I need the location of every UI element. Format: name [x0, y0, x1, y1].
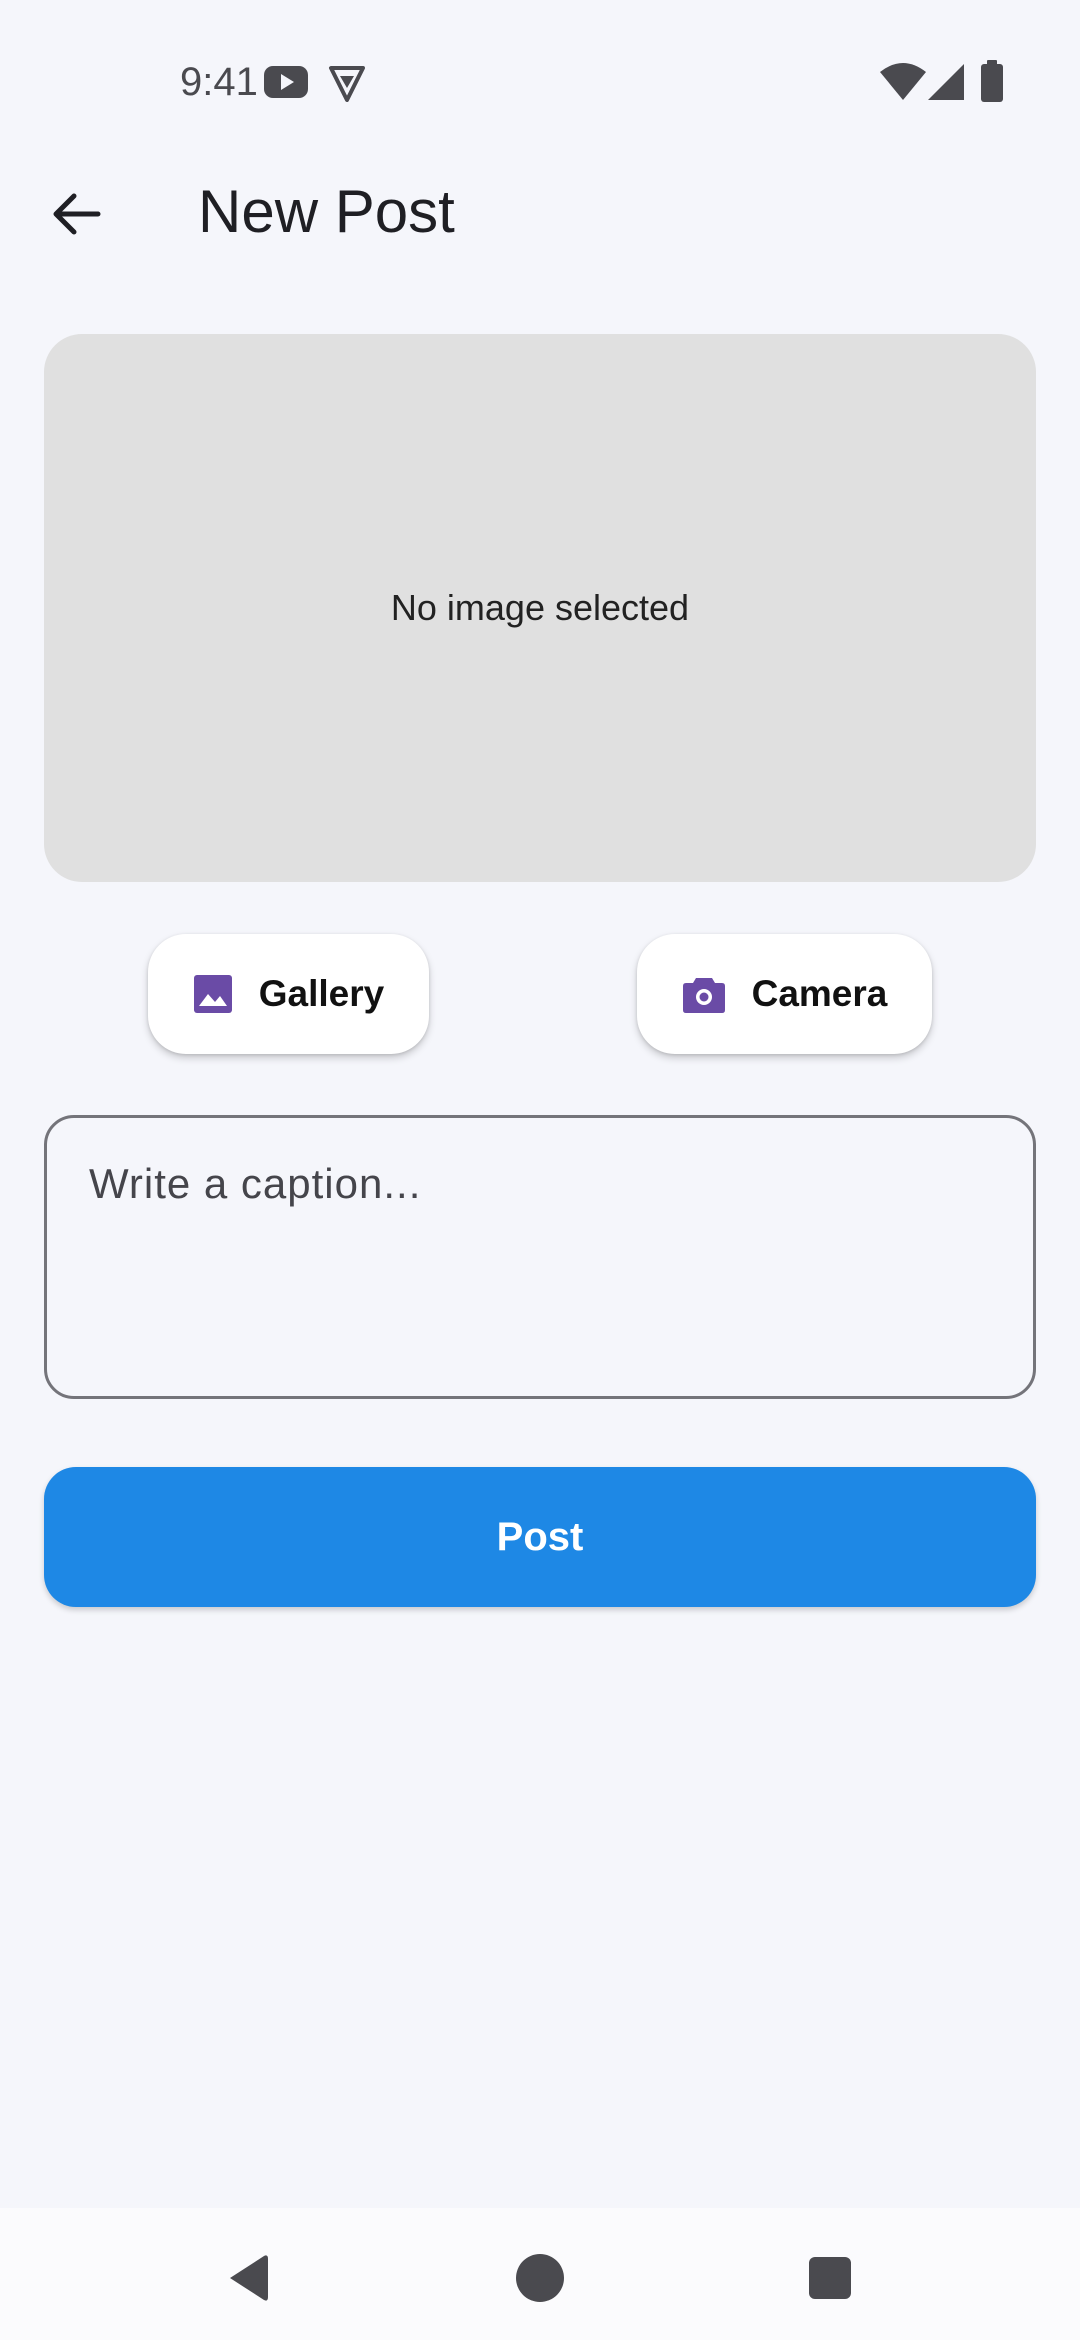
nav-home-button[interactable]	[490, 2228, 590, 2328]
home-circle-icon	[516, 2254, 564, 2302]
status-time: 9:41	[180, 60, 258, 104]
image-icon	[193, 975, 232, 1013]
back-triangle-icon	[230, 2255, 268, 2301]
youtube-icon	[264, 66, 308, 98]
recents-square-icon	[809, 2257, 851, 2299]
image-preview: No image selected	[44, 334, 1036, 882]
camera-button[interactable]: Camera	[637, 934, 932, 1054]
wifi-icon	[880, 63, 926, 100]
battery-icon	[981, 60, 1003, 102]
camera-icon	[682, 978, 725, 1013]
nav-recents-button[interactable]	[780, 2228, 880, 2328]
gallery-button[interactable]: Gallery	[148, 934, 429, 1054]
arrow-back-icon	[53, 193, 101, 235]
caption-field	[44, 1115, 1036, 1399]
camera-button-label: Camera	[751, 973, 888, 1014]
no-image-text: No image selected	[390, 587, 690, 628]
nav-back-button[interactable]	[198, 2228, 298, 2328]
post-button[interactable]: Post	[44, 1467, 1036, 1607]
back-button[interactable]	[36, 174, 116, 254]
status-bar: 9:41	[0, 0, 1080, 130]
system-nav-bar	[0, 2208, 1080, 2340]
gallery-button-label: Gallery	[258, 973, 385, 1014]
page-title: New Post	[198, 178, 455, 245]
post-button-label: Post	[496, 1514, 584, 1559]
caption-input[interactable]	[89, 1160, 989, 1360]
app-bar: New Post	[0, 150, 1080, 270]
shield-badge-icon	[329, 66, 365, 102]
cellular-signal-icon	[928, 64, 964, 100]
